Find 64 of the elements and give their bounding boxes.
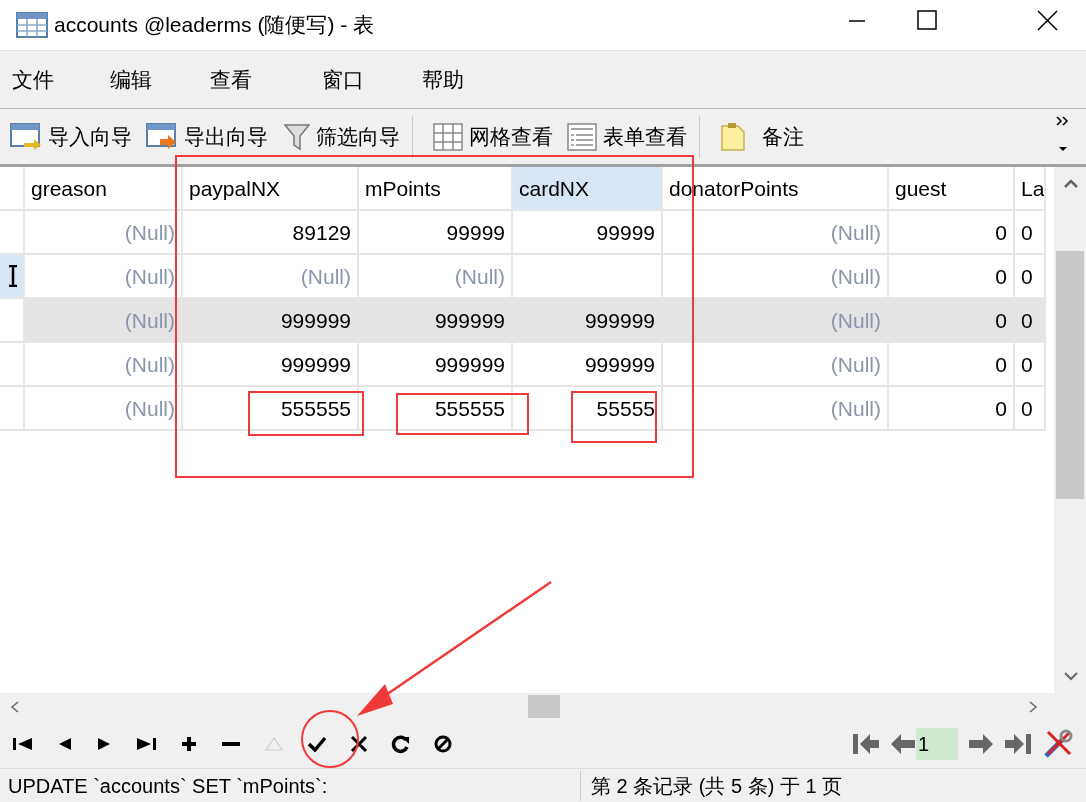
column-header[interactable]: greason bbox=[25, 167, 183, 211]
toolbar-button[interactable]: 导出向导 bbox=[146, 120, 268, 153]
note-icon bbox=[720, 121, 746, 152]
column-header[interactable]: mPoints bbox=[359, 167, 513, 211]
toolbar-button[interactable]: 备注 bbox=[720, 120, 804, 153]
table-row[interactable]: (Null) 999999 999999 999999 (Null) 0 0 bbox=[25, 343, 1046, 387]
scroll-left-icon[interactable] bbox=[10, 701, 20, 713]
scrollbar-thumb[interactable] bbox=[1056, 251, 1084, 499]
table-row[interactable]: (Null) 555555 555555 55555 (Null) 0 0 bbox=[25, 387, 1046, 431]
menu-item[interactable]: 查看 bbox=[210, 63, 322, 96]
next-record-icon[interactable] bbox=[96, 736, 112, 752]
table-row[interactable]: (Null) (Null) (Null) (Null) 0 0 bbox=[25, 255, 1046, 299]
horizontal-scrollbar[interactable] bbox=[0, 693, 1086, 720]
first-record-icon[interactable] bbox=[12, 736, 34, 752]
table-import-icon bbox=[10, 122, 42, 151]
row-indicator[interactable] bbox=[0, 255, 25, 299]
table-cell: 0 bbox=[1015, 387, 1046, 431]
toolbar-button[interactable]: 筛选向导 bbox=[284, 120, 400, 153]
record-count-text: 第 2 条记录 (共 5 条) 于 1 页 bbox=[580, 770, 843, 801]
table-cell: 55555 bbox=[513, 387, 663, 431]
table-icon bbox=[16, 12, 48, 38]
form-icon bbox=[567, 122, 597, 151]
table-cell: 0 bbox=[889, 387, 1015, 431]
table-row[interactable]: (Null) 89129 99999 99999 (Null) 0 0 bbox=[25, 211, 1046, 255]
page-number-field[interactable]: 1 bbox=[916, 728, 958, 760]
toolbar-button[interactable]: 导入向导 bbox=[10, 120, 132, 153]
column-header[interactable]: La bbox=[1015, 167, 1046, 211]
first-page-icon[interactable] bbox=[852, 732, 880, 756]
stop-icon[interactable] bbox=[434, 735, 452, 753]
checkmark-icon[interactable] bbox=[307, 736, 327, 752]
toolbar-button[interactable]: 表单查看 bbox=[567, 120, 687, 153]
toolbar-button[interactable]: 网格查看 bbox=[433, 120, 553, 153]
table-export-icon bbox=[146, 122, 178, 151]
table-row[interactable]: (Null) 999999 999999 999999 (Null) 0 0 bbox=[25, 299, 1046, 343]
scrollbar-thumb[interactable] bbox=[528, 695, 560, 718]
last-record-icon[interactable] bbox=[135, 736, 157, 752]
status-text: UPDATE `accounts` SET `mPoints`: bbox=[7, 773, 329, 799]
tools-icon[interactable] bbox=[1042, 728, 1074, 760]
table-cell: 555555 bbox=[183, 387, 359, 431]
table-cell: (Null) bbox=[25, 387, 183, 431]
column-header[interactable]: guest bbox=[889, 167, 1015, 211]
table-cell: 555555 bbox=[359, 387, 513, 431]
text-cursor-icon bbox=[8, 265, 18, 287]
scroll-up-icon[interactable] bbox=[1064, 179, 1078, 189]
previous-page-icon[interactable] bbox=[890, 732, 916, 756]
menu-item[interactable]: 窗口 bbox=[322, 63, 422, 96]
vertical-scrollbar[interactable] bbox=[1054, 167, 1086, 693]
next-page-icon[interactable] bbox=[968, 732, 994, 756]
previous-record-icon[interactable] bbox=[57, 736, 73, 752]
scroll-right-icon[interactable] bbox=[1028, 701, 1038, 713]
menu-item[interactable]: 编辑 bbox=[110, 63, 210, 96]
column-header[interactable]: paypalNX bbox=[183, 167, 359, 211]
scroll-down-icon[interactable] bbox=[1064, 671, 1078, 681]
refresh-icon[interactable] bbox=[391, 734, 411, 754]
cancel-icon[interactable] bbox=[350, 735, 368, 753]
table-cell: (Null) bbox=[663, 387, 889, 431]
window-title: accounts @leaderms (随便写) - 表 bbox=[54, 12, 375, 39]
last-page-icon[interactable] bbox=[1004, 732, 1032, 756]
column-header[interactable]: cardNX bbox=[513, 167, 663, 211]
menu-item[interactable]: 帮助 bbox=[422, 63, 522, 96]
filter-icon bbox=[284, 122, 310, 151]
menu-item[interactable]: 文件 bbox=[12, 63, 110, 96]
add-icon[interactable] bbox=[180, 735, 198, 753]
grid-icon bbox=[433, 122, 463, 151]
